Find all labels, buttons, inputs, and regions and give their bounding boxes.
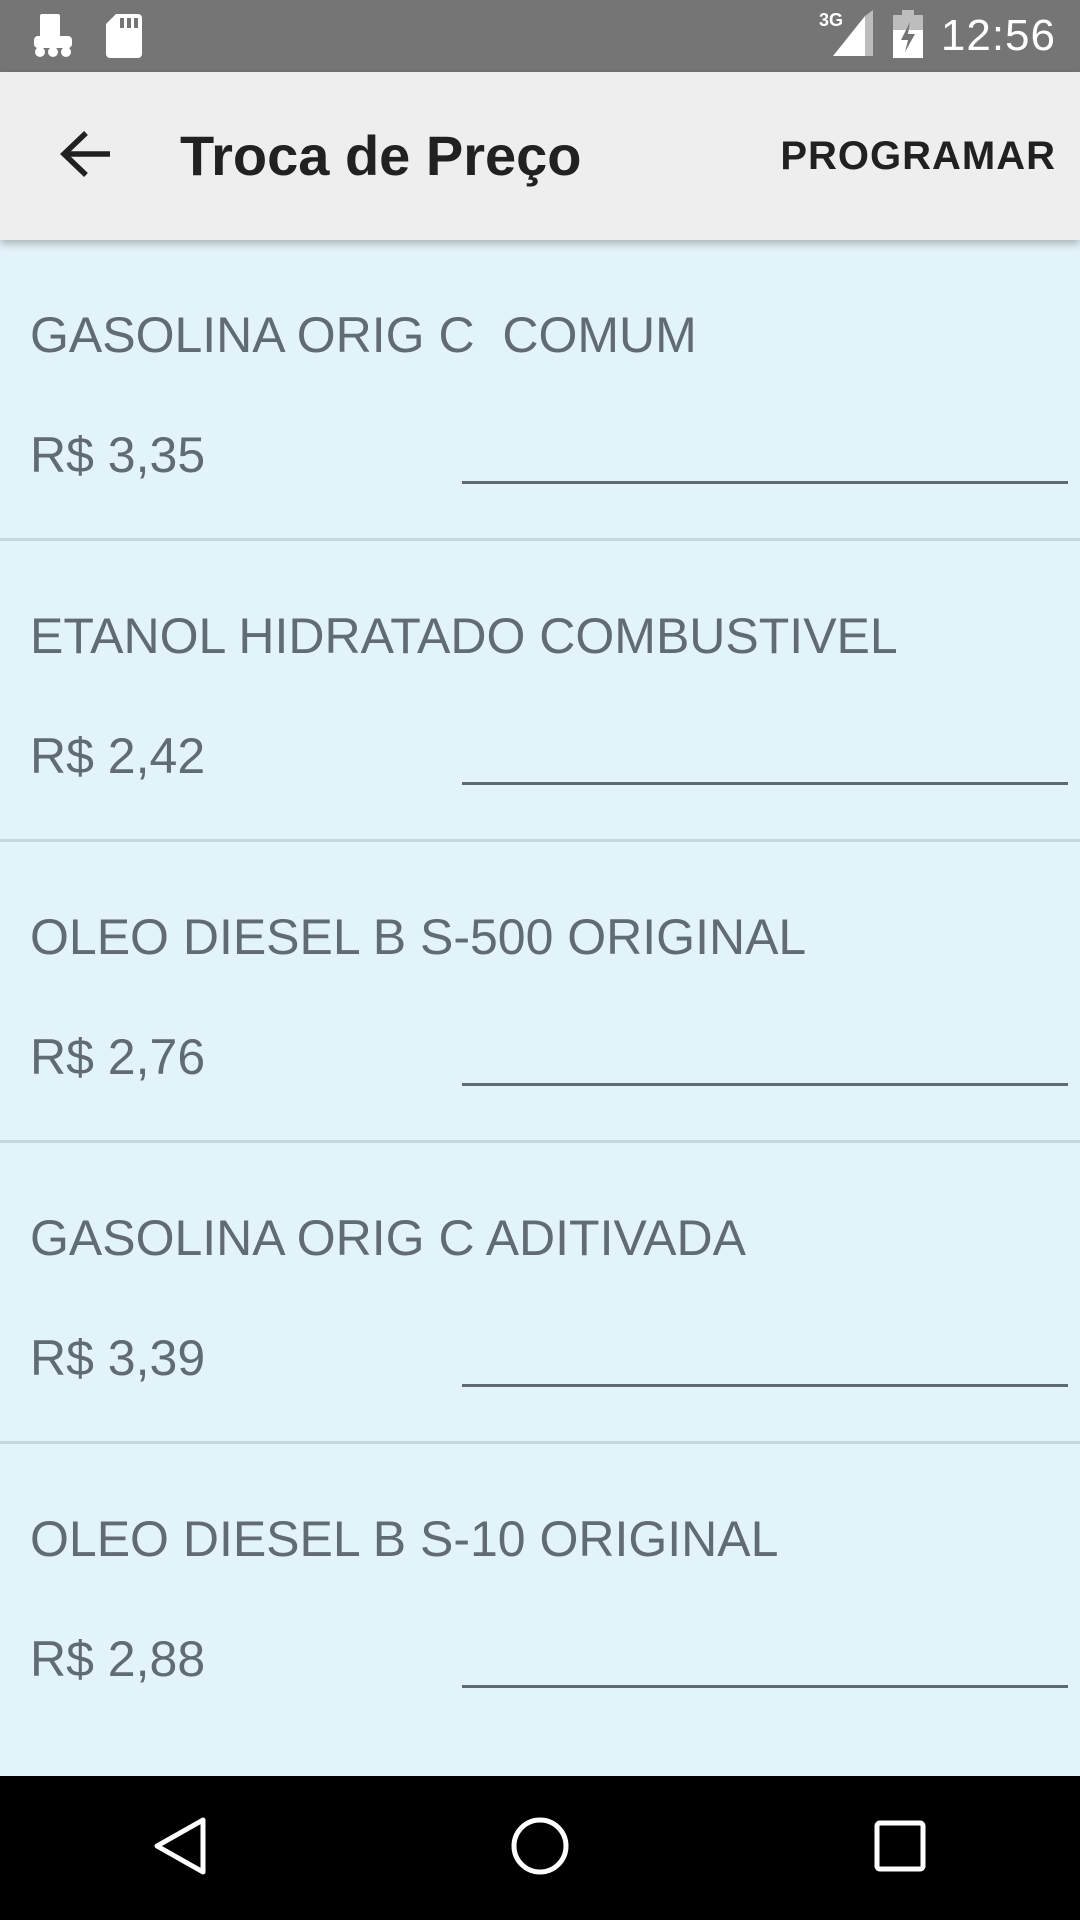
recents-square-icon bbox=[874, 1820, 926, 1877]
product-name: GASOLINA ORIG C ADITIVADA bbox=[30, 1210, 746, 1266]
arrow-back-icon bbox=[60, 130, 112, 183]
product-price: R$ 2,76 bbox=[30, 1029, 206, 1085]
product-price: R$ 2,88 bbox=[30, 1631, 206, 1687]
signal-icon: 3G bbox=[819, 9, 875, 63]
list-item: OLEO DIESEL B S-500 ORIGINAL R$ 2,76 bbox=[0, 842, 1080, 1143]
product-name: GASOLINA ORIG C COMUM bbox=[30, 307, 697, 363]
new-price-input[interactable] bbox=[462, 719, 1068, 785]
notification-app-icon bbox=[30, 14, 76, 63]
nav-back-button[interactable] bbox=[120, 1788, 240, 1908]
home-circle-icon bbox=[510, 1816, 570, 1881]
product-name: OLEO DIESEL B S-500 ORIGINAL bbox=[30, 909, 807, 965]
list-item: OLEO DIESEL B S-10 ORIGINAL R$ 2,88 bbox=[0, 1444, 1080, 1745]
nav-recents-button[interactable] bbox=[840, 1788, 960, 1908]
product-name: ETANOL HIDRATADO COMBUSTIVEL bbox=[30, 608, 898, 664]
product-price: R$ 3,39 bbox=[30, 1330, 206, 1386]
new-price-input[interactable] bbox=[462, 1321, 1068, 1387]
sd-card-icon bbox=[106, 14, 142, 63]
new-price-input[interactable] bbox=[462, 418, 1068, 484]
list-item: GASOLINA ORIG C ADITIVADA R$ 3,39 bbox=[0, 1143, 1080, 1444]
programar-button[interactable]: PROGRAMAR bbox=[780, 72, 1056, 240]
new-price-input[interactable] bbox=[462, 1622, 1068, 1688]
battery-charging-icon bbox=[892, 9, 923, 63]
list-item: GASOLINA ORIG C COMUM R$ 3,35 bbox=[0, 240, 1080, 541]
status-bar: 3G 12:56 bbox=[0, 0, 1080, 72]
back-button[interactable] bbox=[44, 114, 128, 198]
back-triangle-icon bbox=[153, 1816, 207, 1881]
network-type-label: 3G bbox=[819, 10, 843, 30]
product-list: GASOLINA ORIG C COMUM R$ 3,35 ETANOL HID… bbox=[0, 240, 1080, 1745]
status-left-icons bbox=[30, 14, 142, 63]
app-bar: Troca de Preço PROGRAMAR bbox=[0, 72, 1080, 240]
product-name: OLEO DIESEL B S-10 ORIGINAL bbox=[30, 1511, 779, 1567]
page-title: Troca de Preço bbox=[180, 124, 582, 187]
status-right-icons: 3G 12:56 bbox=[819, 0, 1056, 72]
list-item: ETANOL HIDRATADO COMBUSTIVEL R$ 2,42 bbox=[0, 541, 1080, 842]
navigation-bar bbox=[0, 1776, 1080, 1920]
status-time: 12:56 bbox=[940, 11, 1056, 60]
product-price: R$ 3,35 bbox=[30, 427, 206, 483]
nav-home-button[interactable] bbox=[480, 1788, 600, 1908]
new-price-input[interactable] bbox=[462, 1020, 1068, 1086]
product-price: R$ 2,42 bbox=[30, 728, 206, 784]
